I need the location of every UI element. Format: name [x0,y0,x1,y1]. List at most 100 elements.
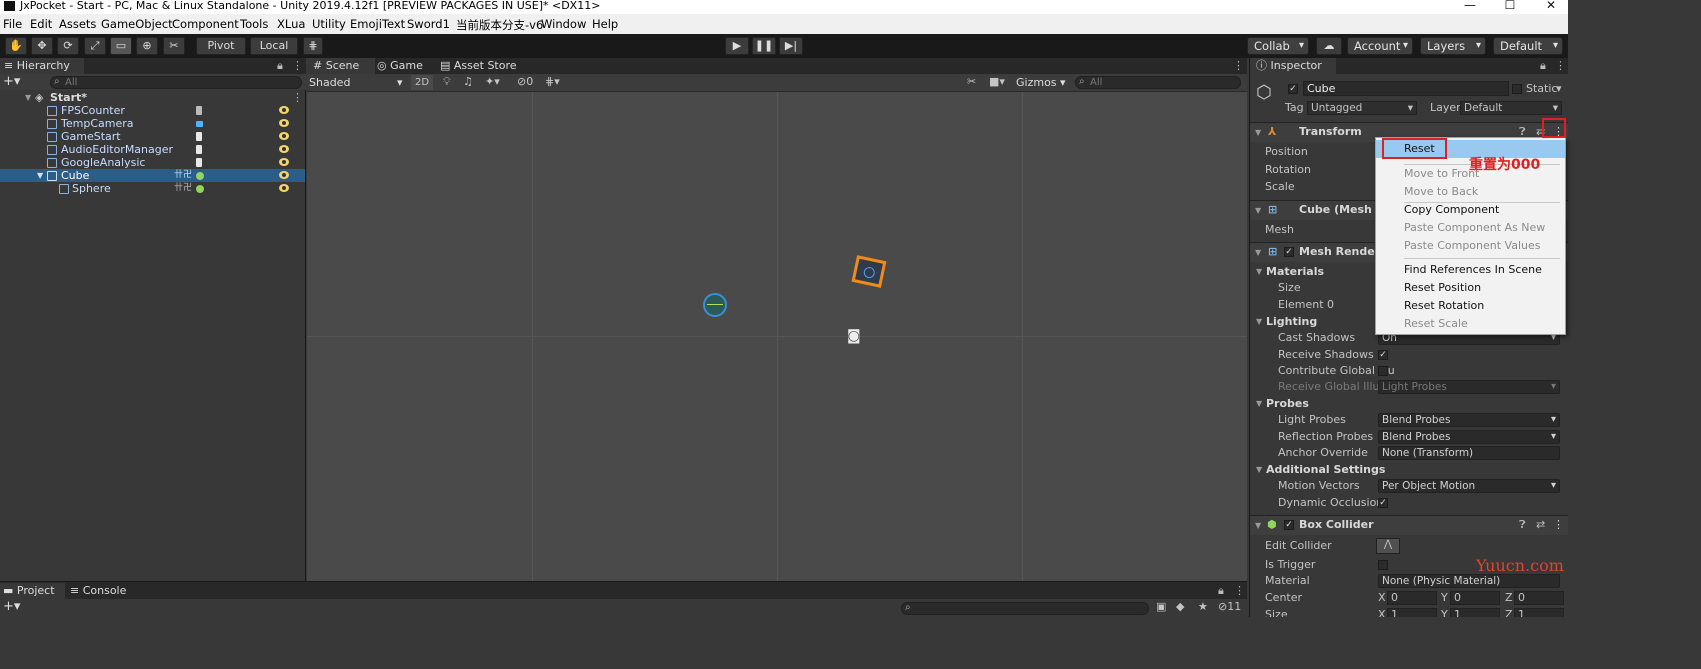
scene-root-row[interactable]: ▼ ◈ Start* ⋮ [0,91,305,104]
panel-menu-icon[interactable]: ⋮ [1233,59,1244,72]
transform-tool-icon[interactable]: ⊕ [136,37,158,55]
mode-2d-toggle[interactable]: 2D [411,75,433,90]
menu-branch[interactable]: 当前版本分支-v6 [456,17,543,33]
panel-menu-icon[interactable]: ⋮ [1555,59,1566,72]
create-plus-icon[interactable]: +▾ [3,74,20,89]
gizmos-dropdown[interactable]: Gizmos ▾ [1016,75,1068,90]
visibility-eye-icon[interactable] [279,145,289,153]
visibility-eye-icon[interactable] [279,158,289,166]
expand-triangle-icon[interactable]: ▼ [25,91,31,104]
create-plus-icon[interactable]: +▾ [3,599,20,614]
filter-type-icon[interactable]: ▣ [1156,600,1166,613]
shading-dropdown[interactable]: Shaded ▾ [309,75,405,90]
component-menu-icon[interactable]: ⋮ [1553,516,1564,534]
center-z-input[interactable]: 0 [1514,591,1564,605]
help-icon[interactable]: ❓︎ [1519,516,1526,534]
audio-icon[interactable]: ♫ [463,75,473,88]
hierarchy-search-input[interactable]: All [50,76,302,89]
center-x-input[interactable]: 0 [1387,591,1437,605]
close-icon[interactable]: ✕ [1541,0,1561,12]
menu-sword1[interactable]: Sword1 [407,17,450,31]
box-collider-enabled-checkbox[interactable]: ✓ [1284,520,1294,530]
list-item[interactable]: FPSCounter [0,104,305,117]
scene-viewport[interactable]: ◙ [307,92,1247,581]
scene-search-input[interactable]: All [1075,76,1241,89]
filter-label-icon[interactable]: ◆ [1176,600,1184,613]
lock-icon[interactable]: 🔒︎ [1540,59,1546,73]
hidden-packages-icon[interactable]: ⊘11 [1218,600,1241,613]
sphere-object[interactable] [703,293,727,317]
reflection-probes-dropdown[interactable]: Blend Probes [1378,430,1560,444]
cloud-icon[interactable]: ☁ [1316,37,1342,55]
collapse-triangle-icon[interactable]: ▼ [1256,314,1262,330]
collapse-triangle-icon[interactable]: ▼ [1255,244,1261,262]
dynamic-occlusion-checkbox[interactable]: ✓ [1378,498,1388,508]
menu-help[interactable]: Help [592,17,618,31]
list-item[interactable]: TempCamera [0,117,305,130]
cube-object[interactable] [851,255,887,288]
account-dropdown[interactable]: Account [1347,37,1413,55]
panel-menu-icon[interactable]: ⋮ [1234,584,1245,597]
lighting-icon[interactable]: 💡︎ [443,75,451,89]
collapse-triangle-icon[interactable]: ▼ [1256,264,1262,280]
hand-tool-icon[interactable]: ✋ [5,37,27,55]
preset-icon[interactable]: ⇄ [1536,516,1545,534]
tag-dropdown[interactable]: Untagged ▾ [1307,101,1417,115]
tab-project[interactable]: ▬ Project [0,583,65,599]
menu-component[interactable]: Component [172,17,239,31]
visibility-eye-icon[interactable] [279,132,289,140]
tab-asset-store[interactable]: ▤ Asset Store [440,58,517,74]
collapse-triangle-icon[interactable]: ▼ [1255,517,1261,535]
step-button[interactable]: ▶| [779,37,803,55]
camera-settings-icon[interactable]: ■▾ [989,75,1005,88]
contribute-gi-checkbox[interactable] [1378,366,1388,376]
expand-triangle-icon[interactable]: ▼ [37,169,43,182]
tab-scene[interactable]: # Scene [307,58,375,74]
list-item[interactable]: Sphere 卄卍 [0,182,305,195]
collapse-triangle-icon[interactable]: ▼ [1255,124,1261,142]
edit-collider-button[interactable]: ⋀ [1376,538,1400,554]
tab-game[interactable]: ◎ Game [377,58,423,74]
layers-dropdown[interactable]: Layers [1420,37,1486,55]
custom-tool-icon[interactable]: ✂ [163,37,185,55]
scale-tool-icon[interactable]: ⤢ [84,37,106,55]
rect-tool-icon[interactable]: ▭ [110,37,132,55]
menu-utility[interactable]: Utility [312,17,346,31]
box-collider-header[interactable]: ▼ ⬢ ✓ Box Collider ❓︎ ⇄ ⋮ [1250,515,1568,535]
object-name-input[interactable]: Cube [1303,81,1509,96]
pivot-toggle[interactable]: Pivot [196,37,246,55]
menu-item-find-references[interactable]: Find References In Scene [1376,261,1565,279]
size-x-input[interactable]: 1 [1387,608,1437,617]
material-field[interactable]: None (Physic Material) [1378,574,1560,588]
center-y-input[interactable]: 0 [1450,591,1500,605]
menu-gameobject[interactable]: GameObject [101,17,173,31]
menu-item-copy-component[interactable]: Copy Component [1376,201,1565,219]
grid-icon[interactable]: ⋕▾ [545,75,560,88]
local-toggle[interactable]: Local [250,37,298,55]
tab-inspector[interactable]: ⓘ Inspector [1250,58,1336,74]
mesh-renderer-enabled-checkbox[interactable]: ✓ [1284,247,1294,257]
motion-vectors-dropdown[interactable]: Per Object Motion [1378,479,1560,493]
visibility-eye-icon[interactable] [279,171,289,179]
anchor-override-field[interactable]: None (Transform) [1378,446,1560,460]
tab-hierarchy[interactable]: ≡ Hierarchy [0,58,84,74]
play-button[interactable]: ▶ [725,37,749,55]
visibility-eye-icon[interactable] [279,184,289,192]
static-checkbox[interactable] [1512,84,1522,94]
effects-icon[interactable]: ✦▾ [485,75,500,88]
receive-shadows-checkbox[interactable]: ✓ [1378,350,1388,360]
menu-item-reset-position[interactable]: Reset Position [1376,279,1565,297]
camera-gizmo-icon[interactable]: ◙ [847,328,861,344]
layout-dropdown[interactable]: Default [1493,37,1563,55]
menu-xlua[interactable]: XLua [277,17,305,31]
project-search-input[interactable] [901,602,1149,615]
tools-icon[interactable]: ✂ [967,75,976,88]
hidden-objects-icon[interactable]: ⊘0 [517,75,533,88]
light-probes-dropdown[interactable]: Blend Probes [1378,413,1560,427]
tab-console[interactable]: ≡ Console [70,583,126,599]
collab-dropdown[interactable]: Collab [1247,37,1309,55]
maximize-icon[interactable]: ☐ [1500,0,1520,12]
additional-settings-row[interactable]: ▼ Additional Settings [1250,462,1568,478]
active-checkbox[interactable]: ✓ [1288,84,1298,94]
static-dropdown-icon[interactable]: ▾ [1556,82,1562,95]
